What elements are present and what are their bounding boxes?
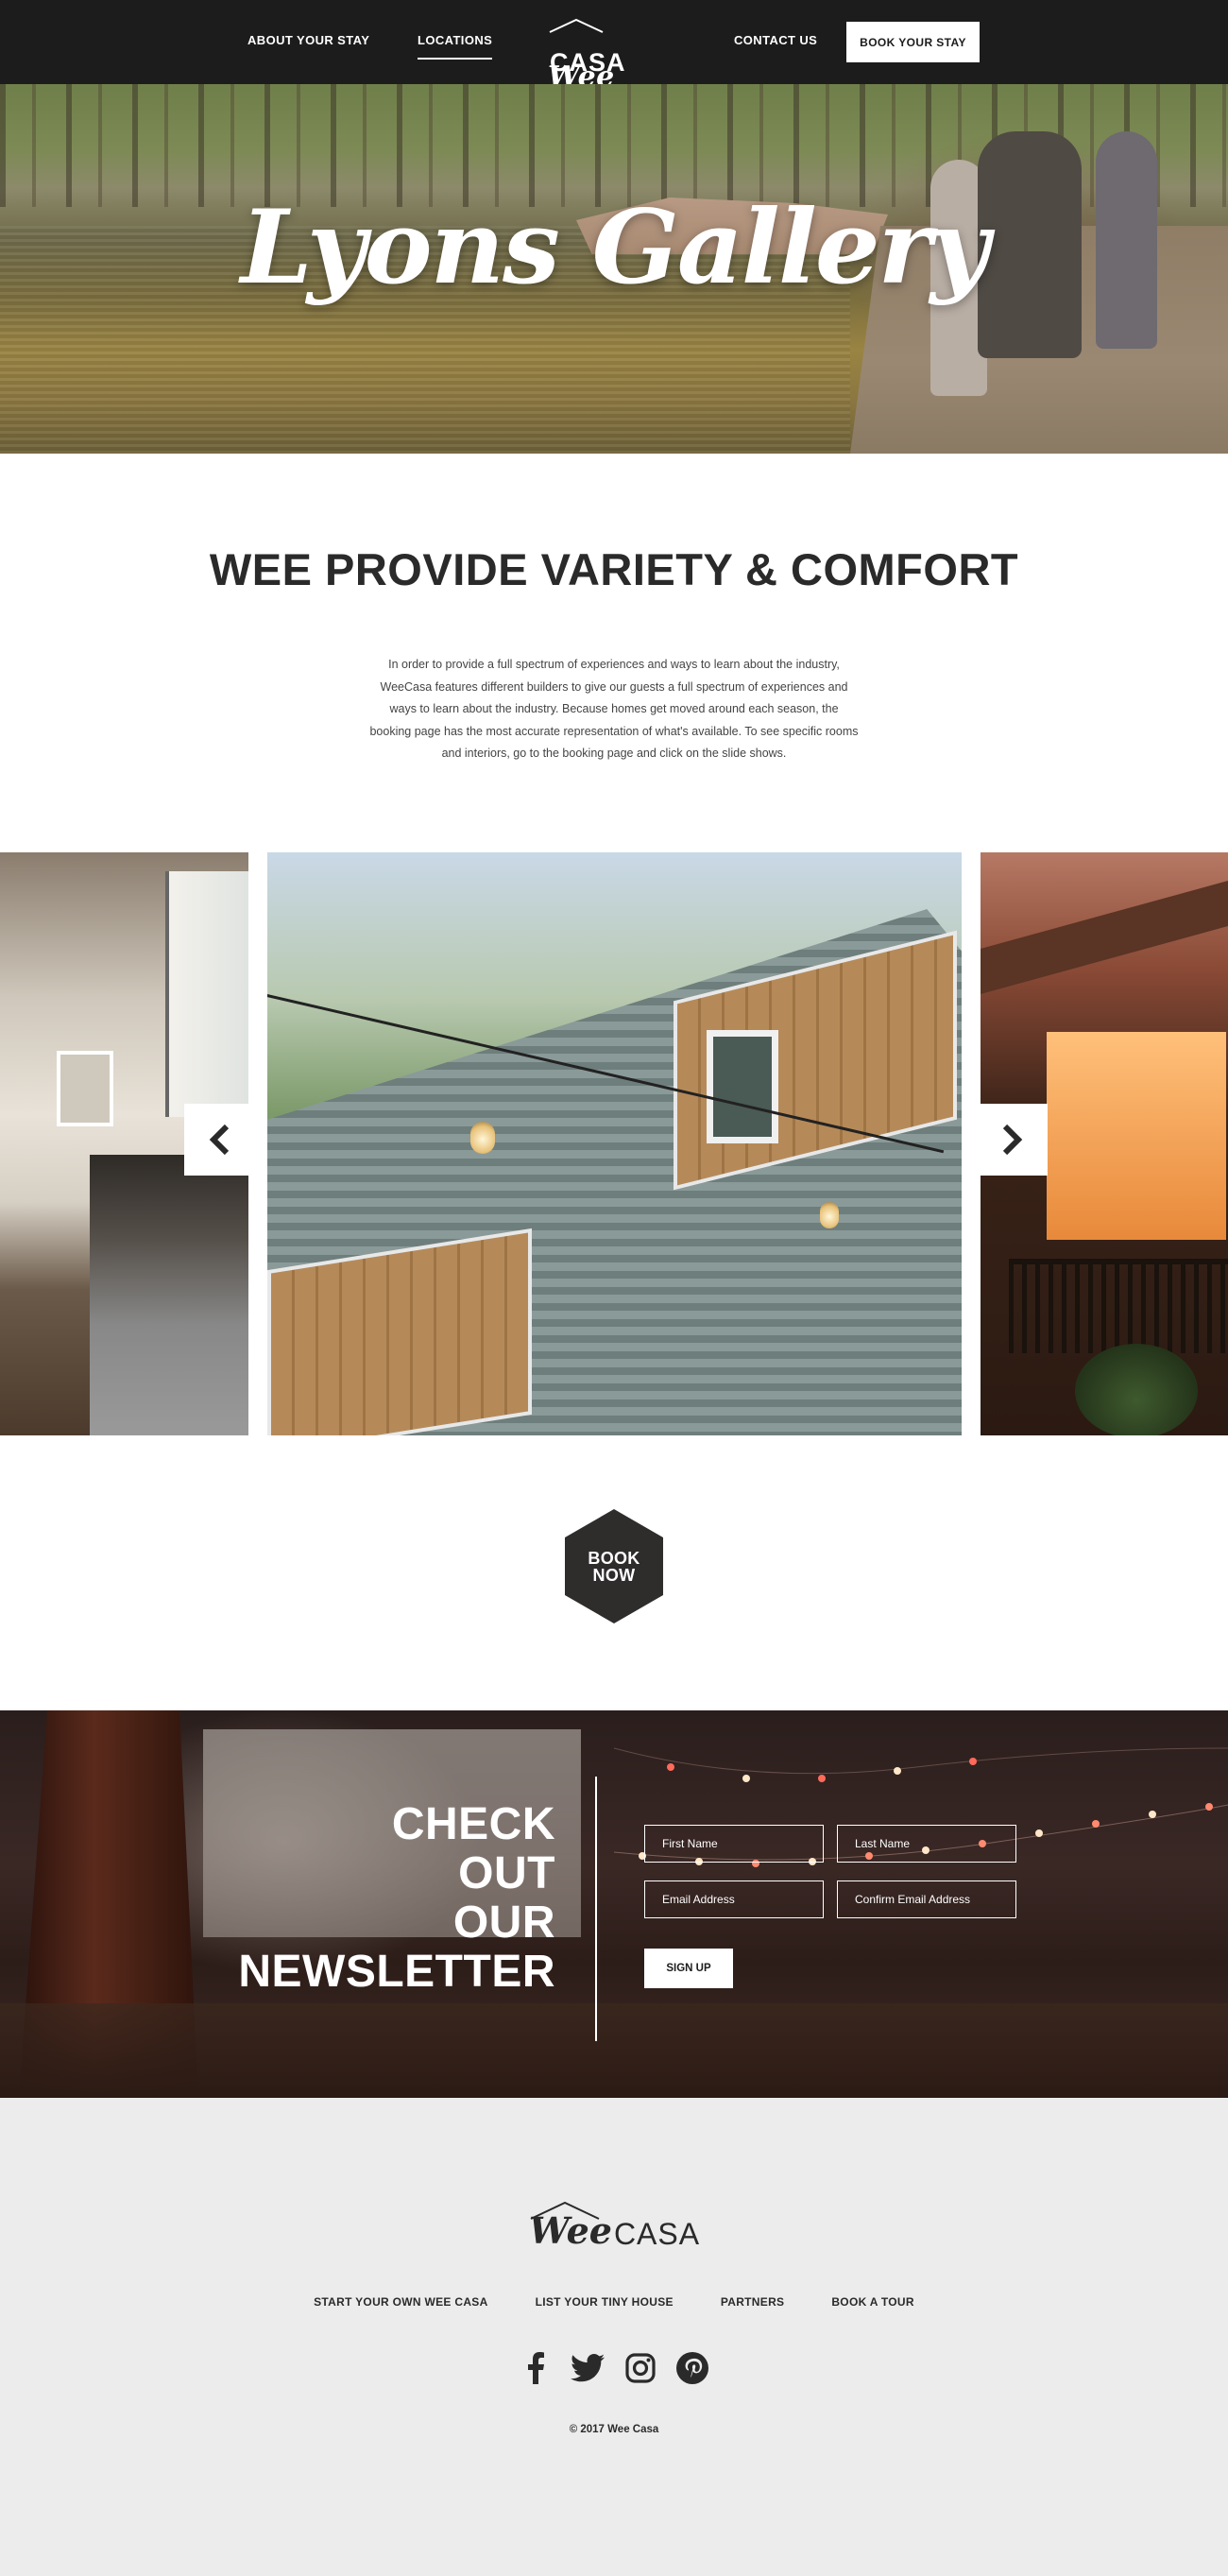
newsletter-heading-line: OUT [458,1848,555,1898]
site-footer: Wee CASA START YOUR OWN WEE CASA LIST YO… [0,2098,1228,2576]
newsletter-divider [595,1777,597,2041]
porch-railing [1009,1259,1228,1353]
confirm-email-field[interactable]: Confirm Email Address [837,1880,1016,1918]
intro-paragraph: In order to provide a full spectrum of e… [369,658,859,760]
logo-casa: CASA [613,2217,701,2251]
footer-link-partners[interactable]: PARTNERS [721,2295,785,2309]
newsletter-heading-line: CHECK [391,1799,555,1849]
footer-link-list-tiny-house[interactable]: LIST YOUR TINY HOUSE [536,2295,674,2309]
email-field[interactable]: Email Address [644,1880,824,1918]
carousel-prev-button[interactable] [184,1104,256,1176]
newsletter-heading-line: OUR [452,1898,555,1948]
interior-shelf [57,1051,113,1126]
last-name-field[interactable]: Last Name [837,1825,1016,1863]
porch-bush [1075,1344,1198,1435]
nav-contact-us[interactable]: CONTACT US [734,33,817,47]
nav-about-your-stay[interactable]: ABOUT YOUR STAY [247,33,369,47]
footer-link-book-a-tour[interactable]: BOOK A TOUR [831,2295,914,2309]
footer-weecasa-logo[interactable]: Wee CASA [529,2200,699,2249]
newsletter-heading: CHECK OUT OUR NEWSLETTER [170,1800,555,1997]
newsletter-heading-line: NEWSLETTER [238,1947,555,1997]
chevron-right-icon [1002,1124,1023,1156]
interior-window [165,871,248,1117]
top-navigation: ABOUT YOUR STAY LOCATIONS Wee CASA CONTA… [0,0,1228,92]
social-links [518,2349,710,2387]
light-bulb [470,1122,495,1154]
pinterest-icon[interactable] [674,2350,710,2386]
carousel-next-button[interactable] [976,1104,1048,1176]
copyright-text: © 2017 Wee Casa [569,2424,659,2435]
book-now-button[interactable]: BOOK NOW [563,1507,665,1625]
house-roof-icon [530,2201,600,2220]
chevron-left-icon [209,1124,230,1156]
footer-links: START YOUR OWN WEE CASA LIST YOUR TINY H… [0,2295,1228,2309]
book-now-line2: NOW [592,1565,636,1585]
twitter-icon[interactable] [570,2350,605,2386]
background-campsite-ground [0,2003,1228,2098]
first-name-field[interactable]: First Name [644,1825,824,1863]
gallery-carousel [0,852,1228,1435]
slide-current-tiny-house[interactable] [267,852,962,1435]
nav-locations[interactable]: LOCATIONS [418,33,493,60]
newsletter-section: CHECK OUT OUR NEWSLETTER First Name Last… [0,1710,1228,2098]
facebook-icon[interactable] [518,2350,554,2386]
light-bulb [820,1202,839,1228]
house-roof-icon [549,18,604,33]
interior-counter [90,1155,248,1435]
porch-roof [981,881,1228,994]
section-heading: WEE PROVIDE VARIETY & COMFORT [209,544,1019,594]
book-now-line1: BOOK [588,1548,640,1568]
porch-window-glow [1047,1032,1226,1240]
hero-title: Lyons Gallery [240,188,989,307]
weecasa-logo[interactable]: Wee CASA [548,17,682,92]
instagram-icon[interactable] [623,2350,658,2386]
book-now-label: BOOK NOW [588,1550,640,1584]
footer-link-start-your-own[interactable]: START YOUR OWN WEE CASA [314,2295,487,2309]
sign-up-button[interactable]: SIGN UP [644,1949,733,1988]
logo-casa: CASA [550,48,626,77]
house-window [707,1030,778,1143]
book-your-stay-button[interactable]: BOOK YOUR STAY [846,22,980,62]
hero-banner: Lyons Gallery [0,84,1228,454]
